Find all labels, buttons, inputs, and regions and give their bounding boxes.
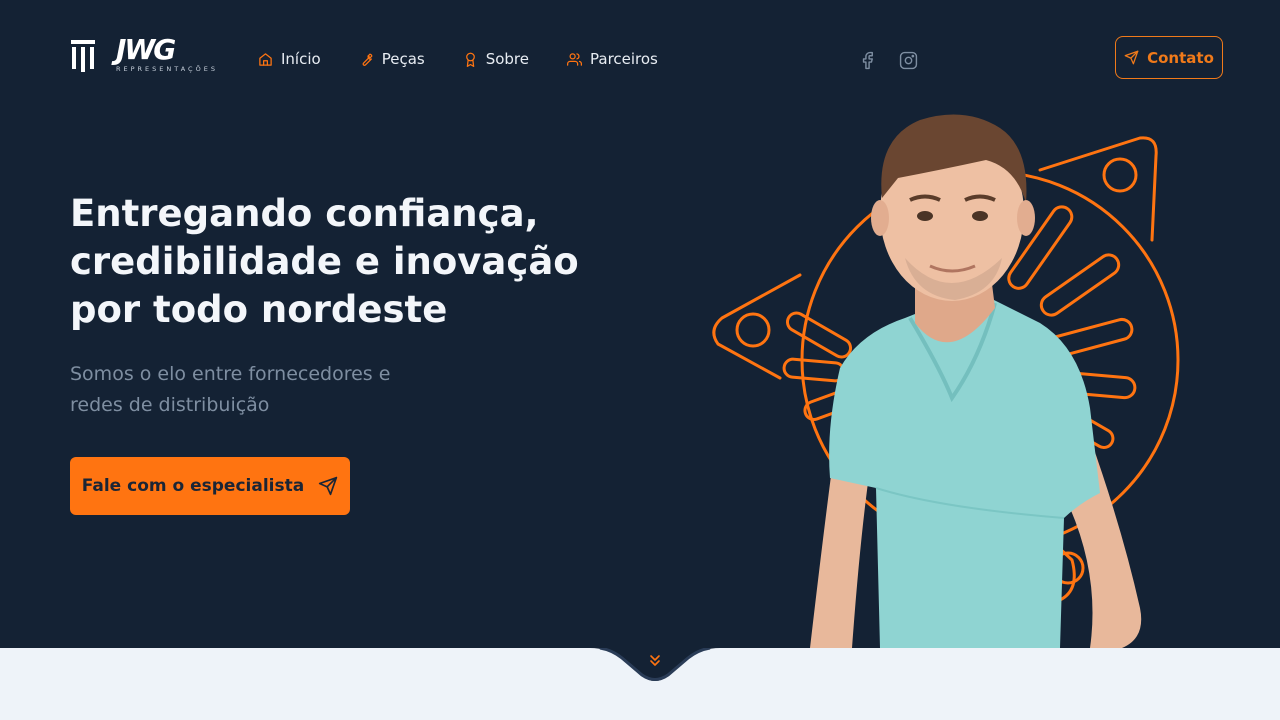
award-icon <box>465 52 475 67</box>
nav-item-label: Peças <box>381 50 425 68</box>
home-icon <box>259 52 272 66</box>
person-illustration <box>810 114 1142 648</box>
contact-button[interactable]: Contato <box>1115 36 1223 79</box>
nav-item-inicio[interactable]: Início <box>258 49 321 69</box>
nav-item-label: Parceiros <box>590 50 658 68</box>
send-icon <box>1124 50 1139 65</box>
nav-item-sobre[interactable]: Sobre <box>463 49 529 69</box>
wrench-icon <box>362 53 373 66</box>
scroll-down-button[interactable] <box>590 648 720 684</box>
hero-headline: Entregando confiança, credibilidade e in… <box>70 192 579 331</box>
nav-item-label: Início <box>281 50 321 68</box>
nav-item-parceiros[interactable]: Parceiros <box>567 49 658 69</box>
hero-section: JWG REPRESENTAÇÕES Início Peças Sobre Pa… <box>0 0 1280 648</box>
contact-button-label: Contato <box>1147 48 1214 67</box>
talk-to-specialist-button[interactable]: Fale com o especialista <box>70 457 350 515</box>
instagram-icon[interactable] <box>899 51 918 70</box>
social-links <box>858 51 918 70</box>
hero-subheadline: Somos o elo entre fornecedores e redes d… <box>70 363 391 416</box>
cta-label: Fale com o especialista <box>81 476 305 496</box>
logo[interactable]: JWG REPRESENTAÇÕES <box>70 33 218 73</box>
nav-item-label: Sobre <box>485 50 529 68</box>
main-nav: Início Peças Sobre Parceiros <box>258 49 696 69</box>
send-icon <box>319 476 338 496</box>
users-icon <box>567 52 582 66</box>
nav-item-pecas[interactable]: Peças <box>359 49 425 69</box>
logo-wordmark: JWG <box>116 33 176 66</box>
logo-mark-icon <box>71 40 95 72</box>
logo-tagline: REPRESENTAÇÕES <box>116 65 218 73</box>
facebook-icon[interactable] <box>858 51 877 70</box>
